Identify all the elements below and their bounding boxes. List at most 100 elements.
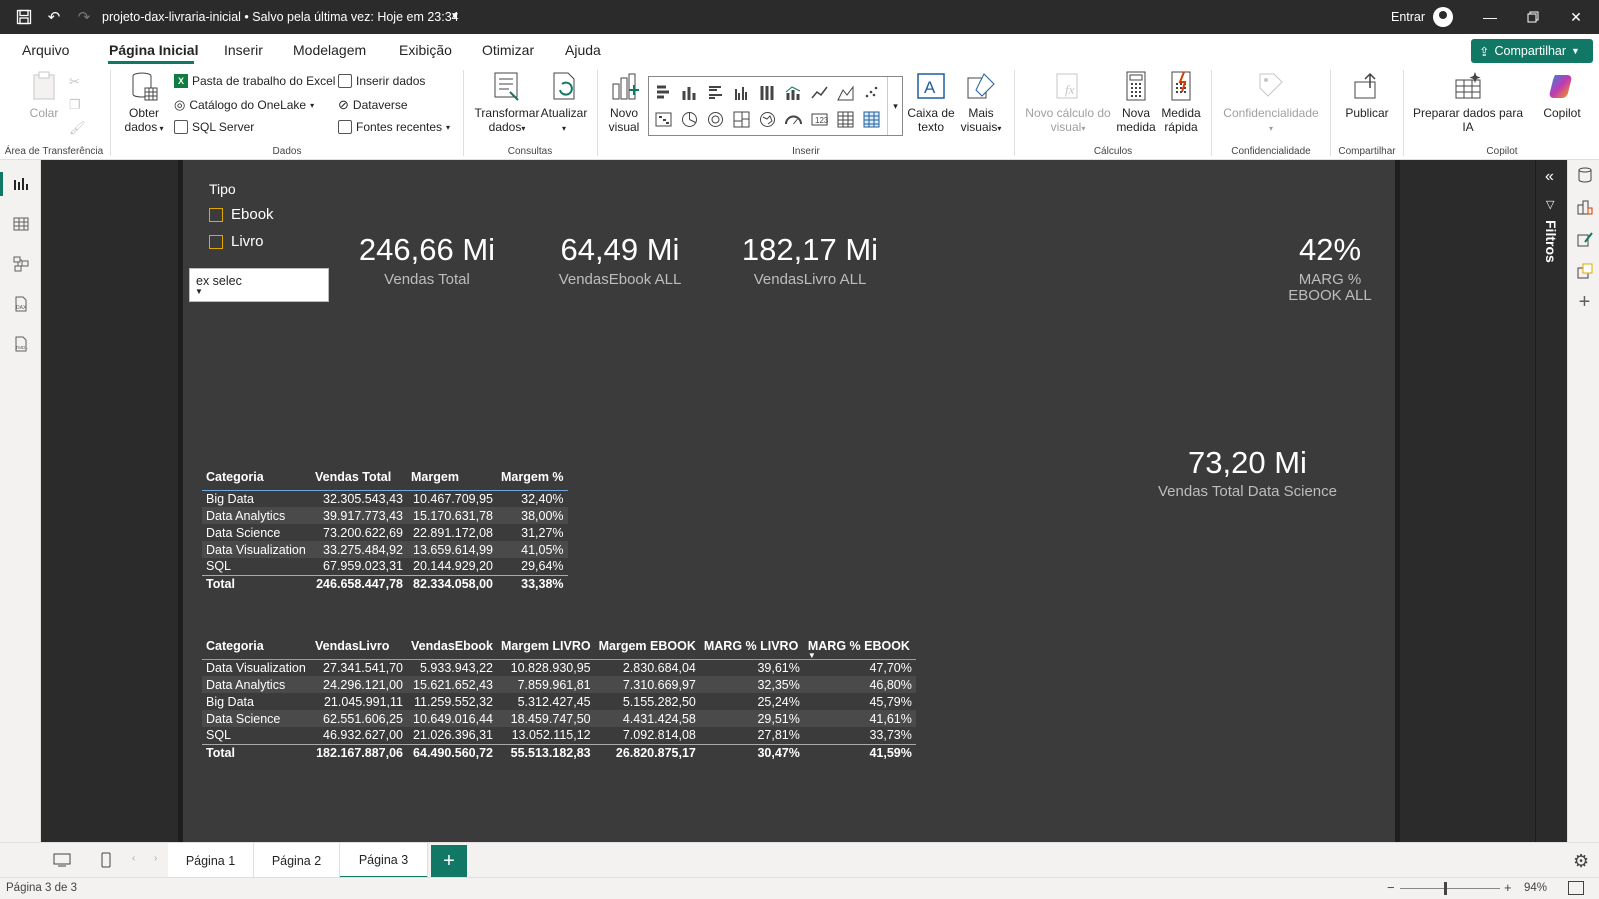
zoom-in-button[interactable]: + — [1504, 880, 1512, 895]
clustered-bar-chart-icon[interactable] — [707, 84, 724, 101]
tab-pagina-3[interactable]: Página 3 — [340, 843, 428, 879]
dropdown-slicer[interactable]: ex selec ▼ — [189, 268, 329, 302]
table-row[interactable]: Big Data 21.045.991,11 11.259.552,32 5.312.… — [202, 693, 916, 710]
card-icon[interactable]: 123 — [811, 111, 828, 128]
checkbox[interactable] — [209, 234, 223, 249]
sensitivity-button[interactable]: Confidencialidade ▾ — [1219, 70, 1323, 136]
table-row[interactable]: SQL 46.932.627,00 21.026.396,31 13.052.115,… — [202, 727, 916, 744]
refresh-button[interactable]: Atualizar ▾ — [538, 70, 590, 136]
add-page-button[interactable]: + — [431, 845, 467, 877]
column-header[interactable]: Vendas Total — [311, 464, 407, 490]
build-visual-icon[interactable] — [1576, 198, 1593, 215]
slicer-option-livro[interactable]: Livro — [209, 233, 264, 250]
save-icon[interactable] — [14, 7, 34, 27]
column-header[interactable]: Margem — [407, 464, 497, 490]
table-row[interactable]: Data Science 73.200.622,69 22.891.172,08 31… — [202, 524, 568, 541]
publish-button[interactable]: Publicar — [1338, 70, 1396, 120]
sign-in-link[interactable]: Entrar — [1391, 10, 1425, 24]
table-row[interactable]: Data Analytics 39.917.773,43 15.170.631,78… — [202, 507, 568, 524]
bookmarks-icon[interactable] — [1576, 262, 1593, 279]
gauge-icon[interactable] — [785, 111, 802, 128]
column-header[interactable]: Margem EBOOK — [595, 633, 700, 659]
avatar[interactable] — [1433, 7, 1453, 27]
new-visual-button[interactable]: Novo visual — [603, 70, 645, 134]
menu-ajuda[interactable]: Ajuda — [565, 42, 601, 58]
new-visual-calculation-button[interactable]: fx Novo cálculo do visual▾ — [1024, 70, 1112, 136]
settings-gear-icon[interactable]: ⚙ — [1573, 851, 1589, 872]
paste-button[interactable]: Colar — [26, 70, 62, 120]
column-header[interactable]: VendasEbook — [407, 633, 497, 659]
map-icon[interactable] — [759, 111, 776, 128]
scroll-left-icon[interactable]: ‹ — [132, 853, 135, 864]
checkbox[interactable] — [209, 207, 223, 222]
copy-icon[interactable]: ❐ — [69, 97, 81, 113]
menu-inserir[interactable]: Inserir — [224, 42, 263, 58]
table-row[interactable]: Data Visualization 27.341.541,70 5.933.943… — [202, 659, 916, 676]
undo-icon[interactable]: ↶ — [44, 7, 64, 27]
table-row[interactable]: Data Analytics 24.296.121,00 15.621.652,43… — [202, 676, 916, 693]
prep-data-ai-button[interactable]: Preparar dados para IA — [1409, 70, 1527, 134]
stacked-column-chart-icon[interactable] — [681, 84, 698, 101]
format-visual-icon[interactable] — [1576, 230, 1593, 247]
zoom-out-button[interactable]: − — [1387, 880, 1395, 895]
gallery-expand-icon[interactable]: ▾ — [887, 77, 903, 135]
restore-button[interactable] — [1518, 5, 1548, 29]
table-row[interactable]: SQL 67.959.023,31 20.144.929,20 29,64% — [202, 558, 568, 575]
table-row[interactable]: Data Science 62.551.606,25 10.649.016,44 18… — [202, 710, 916, 727]
get-data-button[interactable]: Obter dados ▾ — [124, 70, 164, 136]
table-row[interactable]: Big Data 32.305.543,43 10.467.709,95 32,40% — [202, 490, 568, 507]
column-header[interactable]: Categoria — [202, 633, 311, 659]
format-painter-icon[interactable]: 🖌 — [69, 120, 86, 136]
excel-workbook-button[interactable]: X Pasta de trabalho do Excel — [174, 74, 335, 88]
add-pane-icon[interactable]: + — [1576, 291, 1593, 313]
category-sales-table[interactable]: Categoria Vendas Total Margem Margem % B… — [202, 464, 568, 592]
quick-measure-button[interactable]: Medida rápida — [1156, 70, 1206, 134]
area-chart-icon[interactable] — [837, 84, 854, 101]
waterfall-chart-icon[interactable] — [655, 111, 672, 128]
minimize-button[interactable]: — — [1475, 5, 1505, 29]
line-column-chart-icon[interactable] — [785, 84, 802, 101]
transform-data-button[interactable]: Transformar dados▾ — [473, 70, 541, 136]
close-button[interactable]: ✕ — [1561, 5, 1591, 29]
pie-chart-icon[interactable] — [681, 111, 698, 128]
column-header[interactable]: Margem % — [497, 464, 568, 490]
desktop-layout-icon[interactable] — [50, 849, 74, 871]
tab-pagina-1[interactable]: Página 1 — [168, 843, 254, 879]
zoom-slider-handle[interactable] — [1444, 882, 1447, 895]
fit-to-page-icon[interactable] — [1568, 881, 1584, 895]
100-column-chart-icon[interactable] — [759, 84, 776, 101]
report-view-icon[interactable] — [11, 174, 31, 194]
sql-server-button[interactable]: SQL Server — [174, 120, 254, 134]
zoom-slider[interactable] — [1400, 888, 1500, 889]
menu-modelagem[interactable]: Modelagem — [293, 42, 366, 58]
tmdl-view-icon[interactable]: TMDL — [11, 334, 31, 354]
scroll-right-icon[interactable]: › — [154, 853, 157, 864]
tab-pagina-2[interactable]: Página 2 — [254, 843, 340, 879]
chevron-down-icon[interactable]: ▼ — [450, 11, 460, 22]
menu-otimizar[interactable]: Otimizar — [482, 42, 534, 58]
filters-label[interactable]: Filtros — [1543, 220, 1559, 263]
column-header[interactable]: VendasLivro — [311, 633, 407, 659]
column-header[interactable]: Margem LIVRO — [497, 633, 595, 659]
menu-arquivo[interactable]: Arquivo — [22, 42, 69, 58]
model-view-icon[interactable] — [11, 254, 31, 274]
onelake-catalog-button[interactable]: ◎ Catálogo do OneLake ▾ — [174, 97, 314, 113]
table-row[interactable]: Data Visualization 33.275.484,92 13.659.61… — [202, 541, 568, 558]
mobile-layout-icon[interactable] — [96, 849, 116, 871]
expand-pane-icon[interactable]: « — [1545, 168, 1554, 186]
clustered-column-chart-icon[interactable] — [733, 84, 750, 101]
slicer-option-ebook[interactable]: Ebook — [209, 206, 274, 223]
redo-icon[interactable]: ↷ — [74, 7, 94, 27]
data-pane-icon[interactable] — [1576, 166, 1593, 183]
stacked-bar-chart-icon[interactable] — [655, 84, 672, 101]
dax-query-view-icon[interactable]: DAX — [11, 294, 31, 314]
table-view-icon[interactable] — [11, 214, 31, 234]
scatter-chart-icon[interactable] — [863, 84, 880, 101]
copilot-button[interactable]: Copilot — [1531, 70, 1593, 120]
column-header-sorted[interactable]: MARG % EBOOK ▼ — [804, 633, 916, 660]
share-button[interactable]: ⇪ Compartilhar ▼ — [1471, 39, 1593, 63]
dataverse-button[interactable]: ⊘ Dataverse — [338, 97, 408, 113]
line-chart-icon[interactable] — [811, 84, 828, 101]
matrix-icon[interactable] — [863, 111, 880, 128]
recent-sources-button[interactable]: Fontes recentes ▾ — [338, 120, 450, 134]
